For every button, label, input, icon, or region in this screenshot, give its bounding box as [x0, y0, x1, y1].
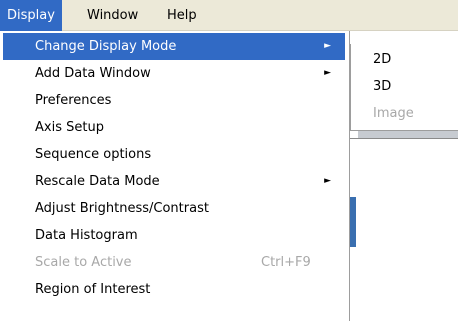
- menu-item-label: Scale to Active: [35, 255, 132, 270]
- menu-item-label: Region of Interest: [35, 282, 151, 297]
- menu-item-label: Data Histogram: [35, 228, 138, 243]
- menu-window[interactable]: Window: [80, 0, 145, 31]
- window-toolbar-strip: [358, 130, 458, 138]
- menu-display[interactable]: Display: [0, 0, 62, 31]
- display-menu: Change Display Mode ► Add Data Window ► …: [0, 31, 350, 321]
- menu-item-label: Rescale Data Mode: [35, 174, 160, 189]
- submenu-arrow-icon: ►: [324, 68, 331, 78]
- submenu-arrow-icon: ►: [324, 41, 331, 51]
- menu-item-sequence-options[interactable]: Sequence options: [3, 141, 345, 168]
- submenu-arrow-icon: ►: [324, 176, 331, 186]
- menu-item-label: Axis Setup: [35, 120, 104, 135]
- window-blue-edge: [350, 197, 356, 247]
- menu-item-label: Preferences: [35, 93, 112, 108]
- submenu-item-3d[interactable]: 3D: [351, 74, 458, 100]
- menu-item-add-data-window[interactable]: Add Data Window ►: [3, 60, 345, 87]
- submenu-item-image: Image: [373, 106, 414, 121]
- menu-item-preferences[interactable]: Preferences: [3, 87, 345, 114]
- menu-item-data-histogram[interactable]: Data Histogram: [3, 222, 345, 249]
- menu-item-adjust-brightness-contrast[interactable]: Adjust Brightness/Contrast: [3, 195, 345, 222]
- menu-item-change-display-mode[interactable]: Change Display Mode ►: [3, 33, 345, 60]
- menu-item-label: Sequence options: [35, 147, 152, 162]
- menu-item-axis-setup[interactable]: Axis Setup: [3, 114, 345, 141]
- menu-help[interactable]: Help: [160, 0, 204, 31]
- menu-item-label: Add Data Window: [35, 66, 151, 81]
- submenu-item-2d[interactable]: 2D: [351, 47, 458, 73]
- window-divider: [350, 138, 458, 139]
- menu-item-scale-to-active: Scale to Active Ctrl+F9: [3, 249, 345, 276]
- menu-bar: Display Window Help: [0, 0, 458, 31]
- change-display-mode-submenu: 2D 3D Image: [350, 44, 458, 131]
- menu-item-region-of-interest[interactable]: Region of Interest: [3, 276, 345, 303]
- menu-item-rescale-data-mode[interactable]: Rescale Data Mode ►: [3, 168, 345, 195]
- menu-item-shortcut: Ctrl+F9: [261, 255, 311, 270]
- menu-item-label: Adjust Brightness/Contrast: [35, 201, 209, 216]
- menu-item-label: Change Display Mode: [35, 39, 177, 54]
